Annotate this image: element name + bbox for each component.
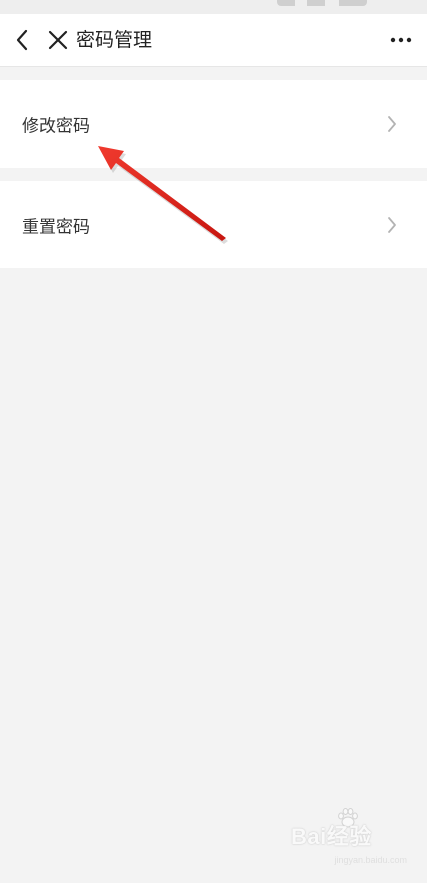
more-button[interactable] xyxy=(385,26,417,54)
status-icons xyxy=(277,0,367,6)
page-title: 密码管理 xyxy=(76,29,153,51)
close-icon xyxy=(48,30,68,50)
close-button[interactable] xyxy=(44,26,72,54)
navigation-bar: 密码管理 xyxy=(0,14,427,67)
chevron-right-icon xyxy=(385,215,399,235)
status-bar xyxy=(0,0,427,14)
menu-item-reset-password[interactable]: 重置密码 xyxy=(0,181,427,268)
menu-item-change-password[interactable]: 修改密码 xyxy=(0,80,427,168)
menu-item-label: 修改密码 xyxy=(22,116,90,137)
chevron-left-icon xyxy=(16,29,28,51)
watermark-domain: jingyan.baidu.com xyxy=(334,855,407,865)
chevron-right-icon xyxy=(385,114,399,134)
menu-item-label: 重置密码 xyxy=(22,217,90,237)
more-horizontal-icon xyxy=(390,37,412,43)
watermark: Bai经验 jingyan.baidu.com xyxy=(291,808,413,867)
back-button[interactable] xyxy=(8,26,36,54)
watermark-brand: Bai经验 xyxy=(291,824,372,849)
